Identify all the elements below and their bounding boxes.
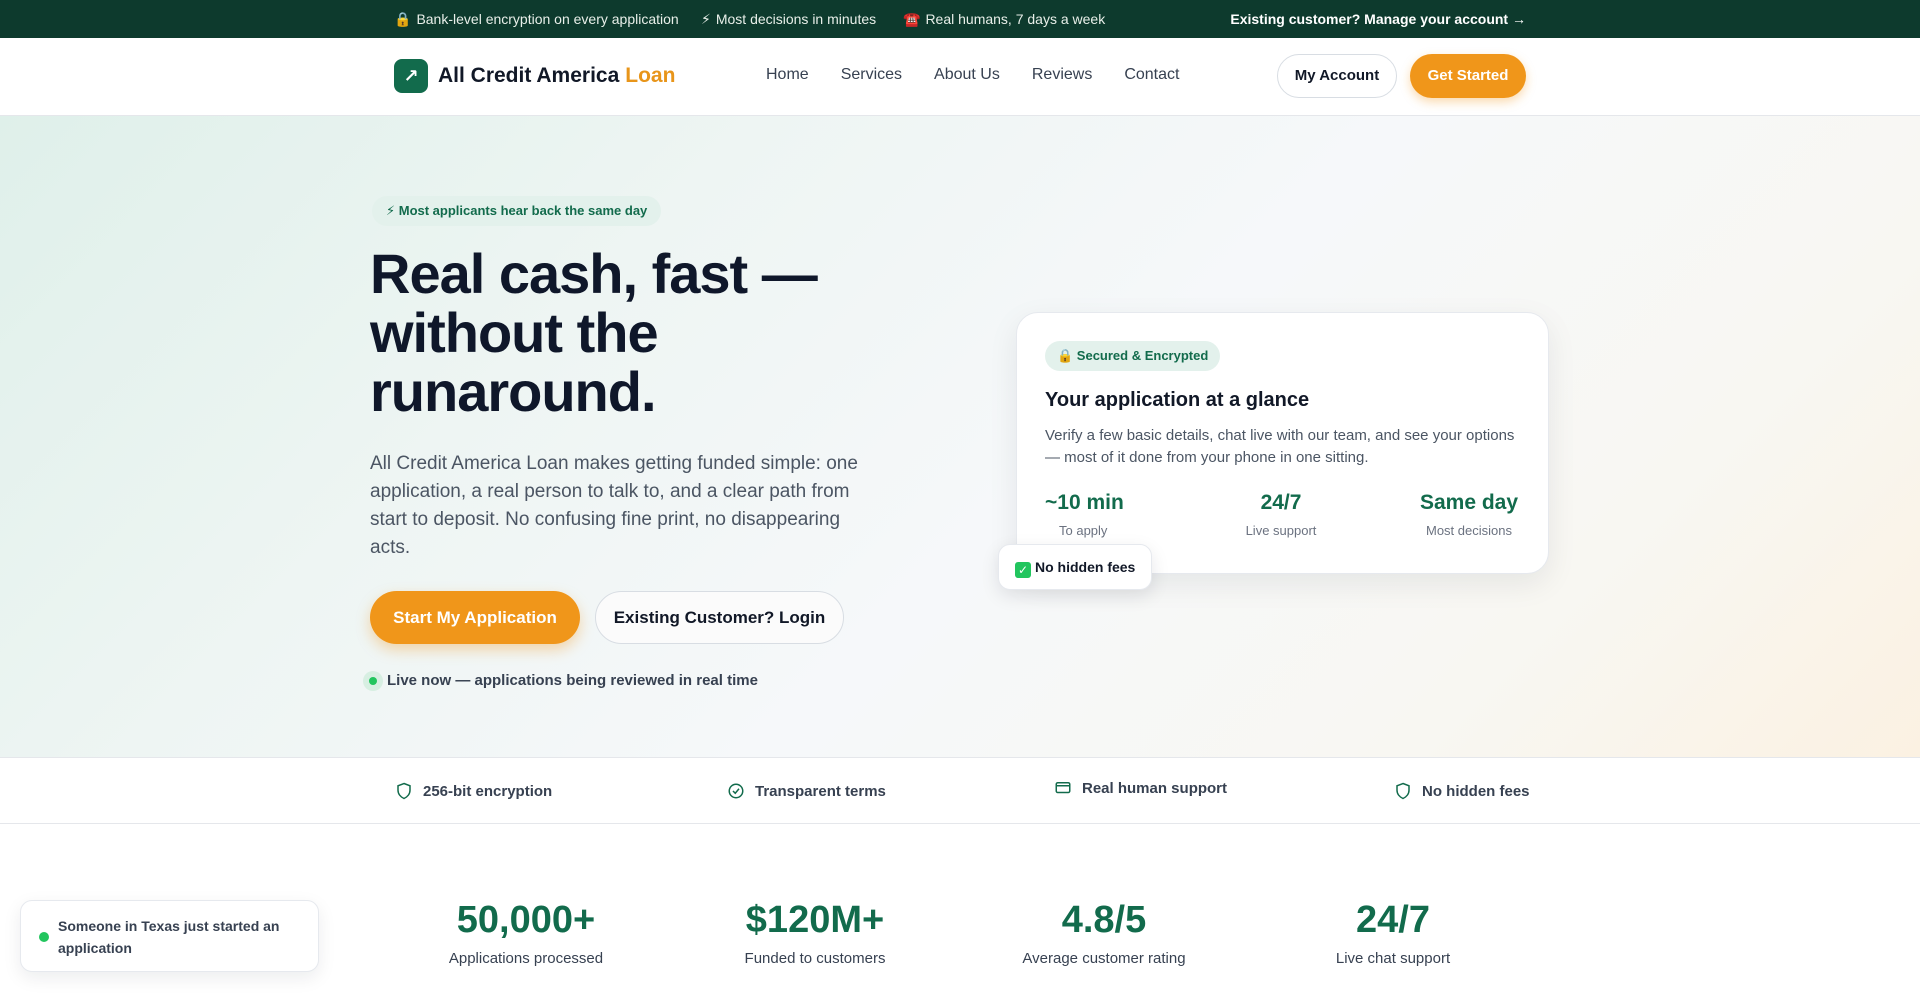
topbar-item-humans: ☎️ Real humans, 7 days a week — [903, 11, 1105, 28]
stat-label: To apply — [1059, 523, 1108, 538]
stat-label: Live support — [1245, 523, 1317, 538]
phone-icon: ☎️ — [903, 11, 921, 27]
activity-toast[interactable]: Someone in Texas just started an applica… — [20, 900, 319, 972]
shield-icon — [1396, 782, 1410, 800]
topbar-item-encryption: 🔒 Bank-level encryption on every applicat… — [394, 11, 679, 28]
trust-item-terms: Transparent terms — [727, 782, 886, 800]
card-stat-apply-time: ~10 min To apply — [1045, 491, 1124, 538]
topbar-item-decisions: ⚡ Most decisions in minutes — [701, 11, 876, 28]
live-status: Live now — applications being reviewed i… — [363, 671, 758, 691]
trust-item-label: Transparent terms — [755, 783, 886, 800]
brand-logo[interactable]: All Credit America Loan — [438, 64, 675, 88]
card-stat-decisions: Same day Most decisions — [1409, 491, 1529, 538]
hero-lead: All Credit America Loan makes getting fu… — [370, 453, 858, 558]
nav-link-reviews[interactable]: Reviews — [1032, 66, 1092, 84]
trust-item-label: No hidden fees — [1422, 783, 1530, 800]
lightning-icon: ⚡ — [701, 11, 711, 27]
trust-item-label: 256-bit encryption — [423, 783, 553, 800]
trust-item-encryption: 256-bit encryption — [395, 782, 552, 800]
existing-customer-login-button[interactable]: Existing Customer? Login — [595, 591, 844, 644]
same-day-pill: ⚡ Most applicants hear back the same day — [372, 196, 662, 226]
secured-badge: 🔒 Secured & Encrypted — [1045, 341, 1221, 371]
topbar-item-label: Most decisions in minutes — [715, 11, 877, 27]
stat-rating: 4.8/5 Average customer rating — [984, 899, 1224, 967]
topbar-item-label: Real humans, 7 days a week — [925, 11, 1106, 27]
announcement-bar: 🔒 Bank-level encryption on every applicat… — [0, 0, 1920, 38]
trust-item-support: Real human support — [1054, 779, 1227, 797]
stat-label: Funded to customers — [744, 950, 886, 967]
trust-item-fees: No hidden fees — [1394, 782, 1530, 800]
checkmark-icon: ✓ — [1015, 562, 1031, 578]
nav-link-home[interactable]: Home — [766, 66, 809, 84]
brand-name: All Credit America — [438, 64, 620, 87]
stat-value: Same day — [1419, 491, 1519, 514]
stat-value: $120M+ — [745, 899, 885, 941]
stat-label: Most decisions — [1426, 523, 1512, 538]
shield-icon — [397, 782, 411, 800]
stat-value: 24/7 — [1356, 899, 1430, 941]
live-status-text: Live now — applications being reviewed i… — [387, 671, 758, 689]
card-stat-support: 24/7 Live support — [1231, 491, 1331, 538]
no-hidden-fees-chip: ✓ No hidden fees — [998, 544, 1152, 590]
trust-item-label: Real human support — [1082, 780, 1228, 797]
card-title: Your application at a glance — [1045, 389, 1310, 411]
nav-link-services[interactable]: Services — [841, 66, 902, 84]
live-dot-icon — [363, 671, 383, 691]
get-started-button[interactable]: Get Started — [1410, 54, 1526, 98]
application-glance-card: 🔒 Secured & Encrypted Your application a… — [1016, 312, 1549, 574]
stat-value: 24/7 — [1260, 491, 1302, 514]
stat-value: 4.8/5 — [1061, 899, 1147, 941]
my-account-button[interactable]: My Account — [1277, 54, 1397, 98]
topbar-item-label: Bank-level encryption on every applicati… — [416, 11, 679, 27]
stat-applications: 50,000+ Applications processed — [406, 899, 646, 967]
manage-account-link[interactable]: Existing customer? Manage your account → — [1230, 11, 1526, 27]
stat-label: Applications processed — [448, 950, 604, 967]
nav-link-contact[interactable]: Contact — [1124, 66, 1179, 84]
trending-up-icon[interactable]: ↗ — [394, 59, 428, 93]
check-circle-icon — [728, 783, 744, 799]
stat-support: 24/7 Live chat support — [1273, 899, 1513, 967]
trust-bar: 256-bit encryption Transparent terms Rea… — [0, 757, 1920, 824]
start-application-button[interactable]: Start My Application — [370, 591, 580, 644]
nav-links: Home Services About Us Reviews Contact — [766, 66, 1179, 84]
status-dot-icon — [39, 932, 49, 942]
stat-funded: $120M+ Funded to customers — [695, 899, 935, 967]
nav-link-about-us[interactable]: About Us — [934, 66, 1000, 84]
hero-section: ⚡ Most applicants hear back the same day… — [0, 116, 1920, 757]
stat-label: Average customer rating — [1022, 950, 1186, 967]
lock-icon: 🔒 — [394, 11, 412, 27]
stat-value: ~10 min — [1045, 491, 1124, 514]
chip-label: No hidden fees — [1035, 559, 1136, 575]
toast-text: Someone in Texas just started an applica… — [58, 918, 280, 956]
card-icon — [1055, 782, 1071, 794]
brand-accent: Loan — [625, 64, 676, 87]
hero-headline: Real cash, fast — without the runaround. — [370, 242, 818, 423]
main-navigation: ↗ All Credit America Loan Home Services A… — [0, 38, 1920, 116]
card-description: Verify a few basic details, chat live wi… — [1045, 427, 1515, 466]
stat-value: 50,000+ — [456, 899, 596, 941]
stat-label: Live chat support — [1335, 950, 1451, 967]
